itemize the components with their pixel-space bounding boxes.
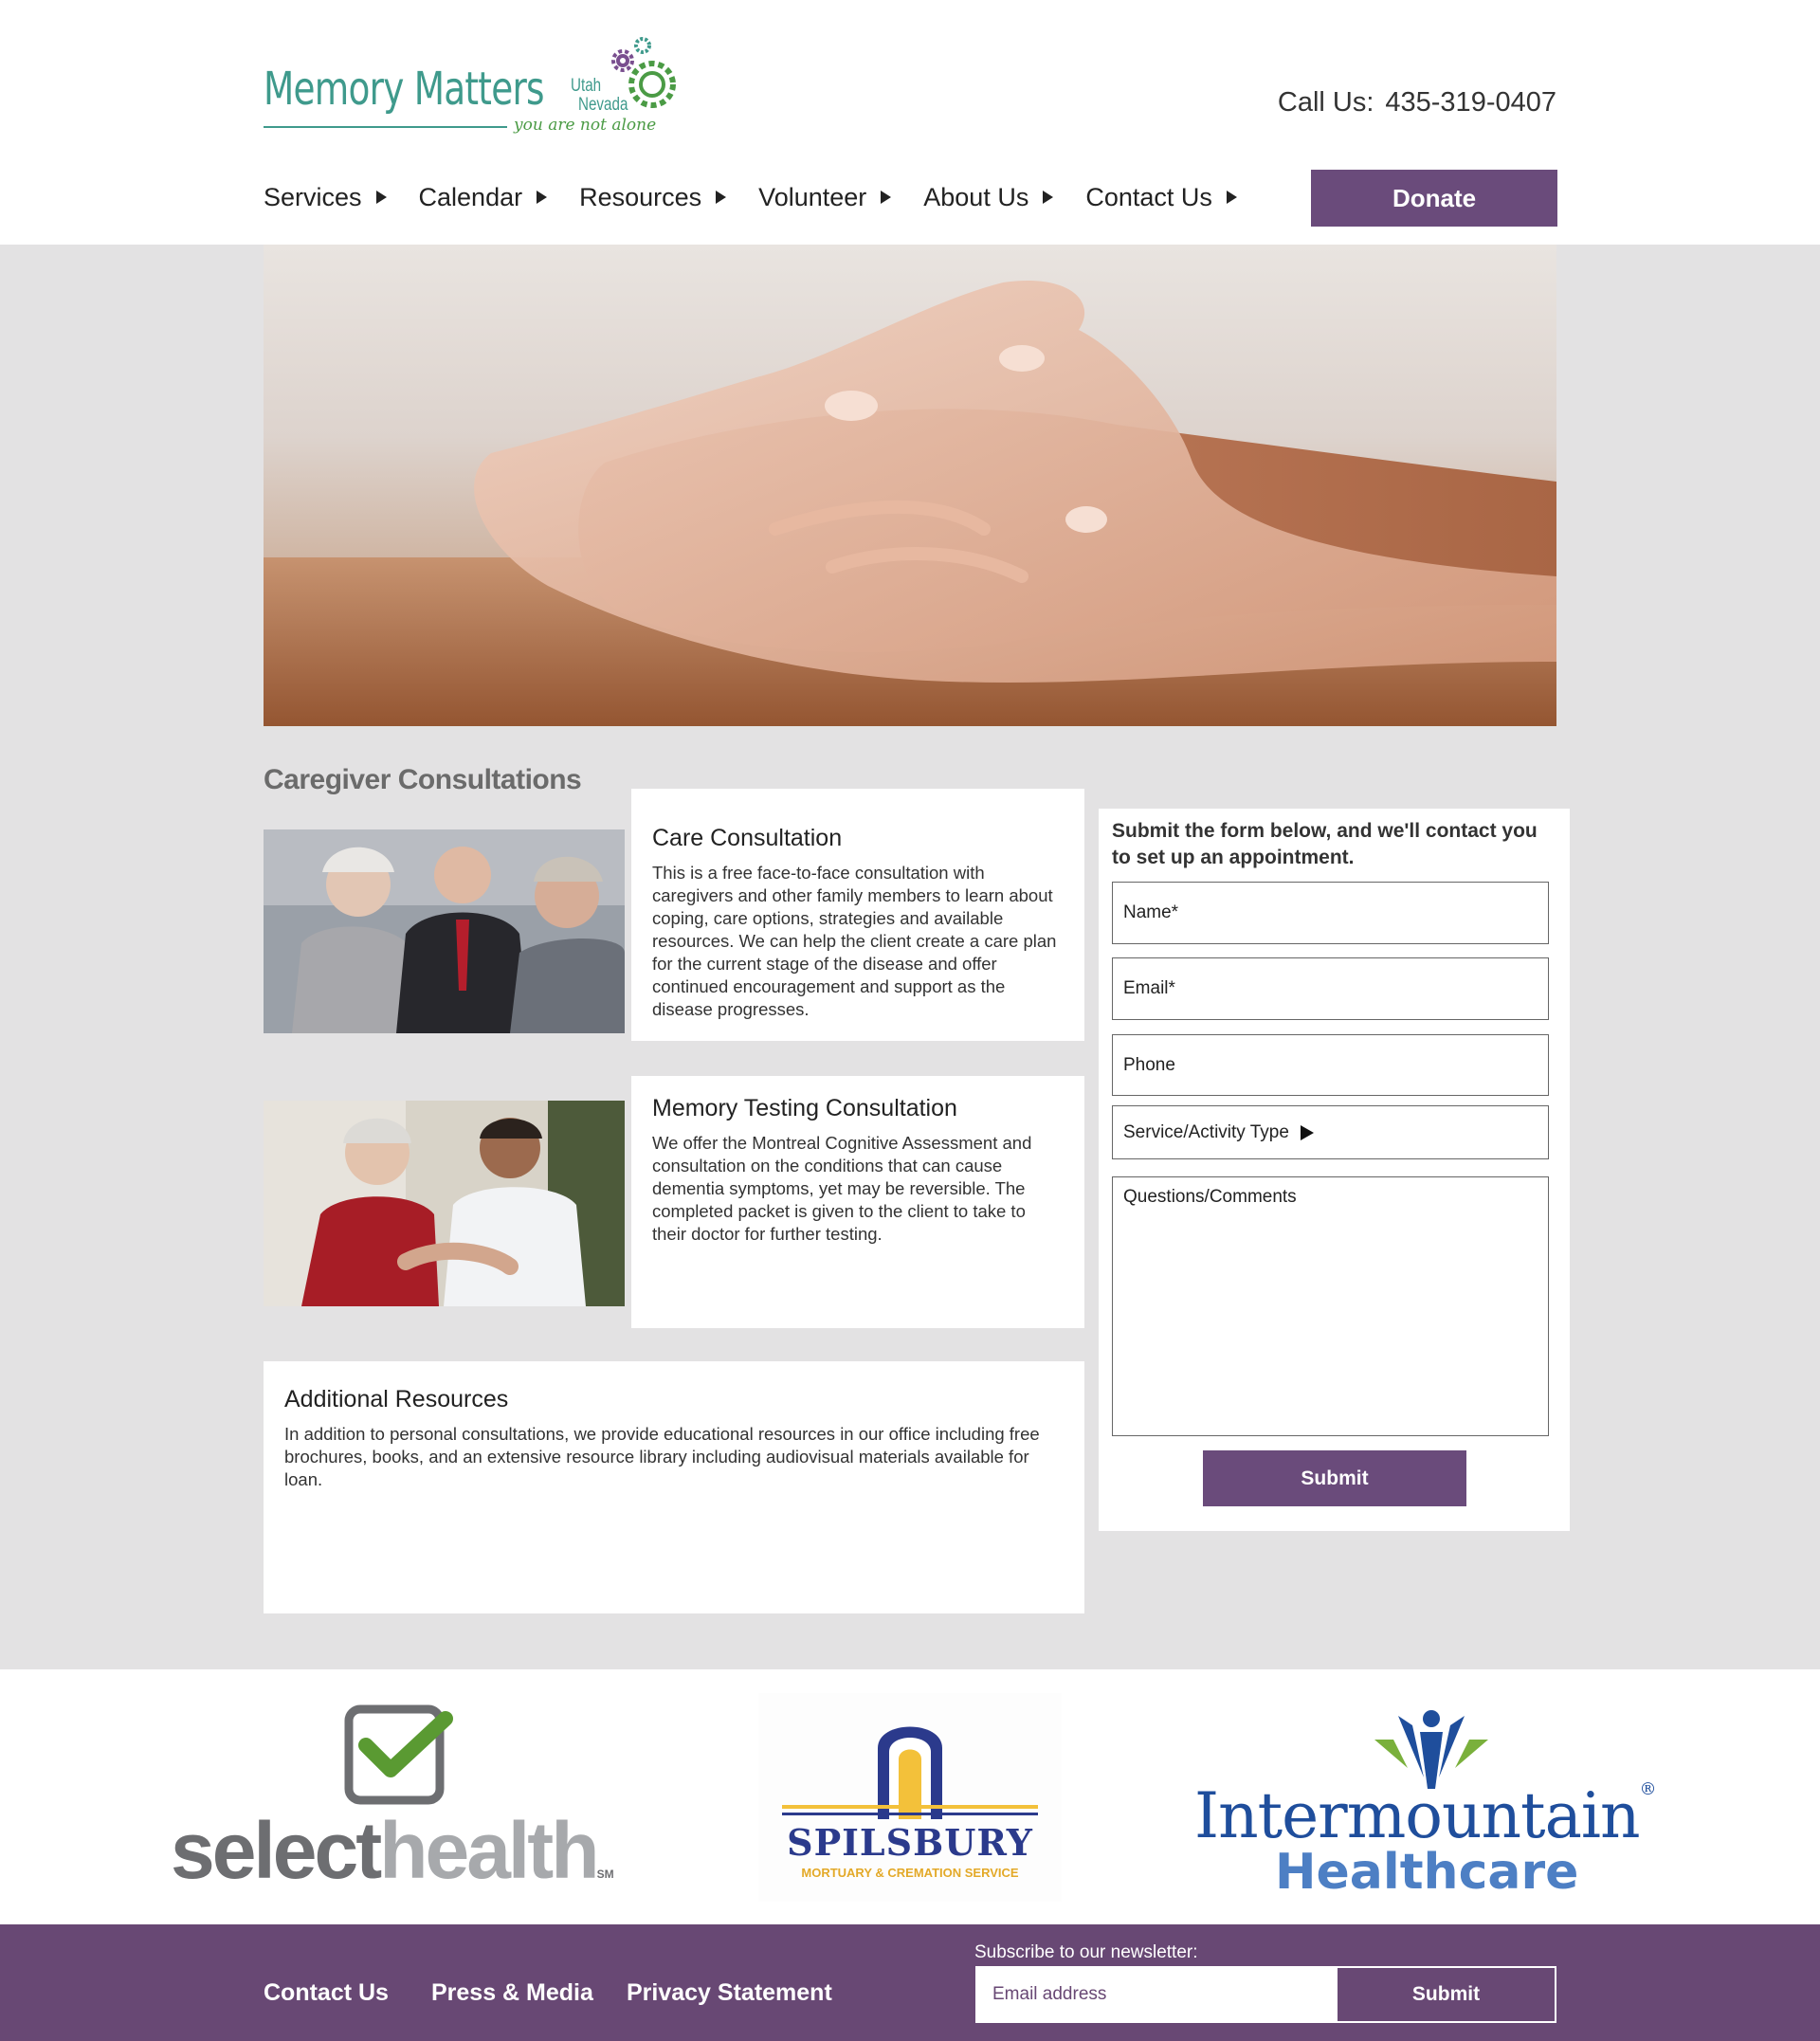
nav-item-services[interactable]: Services [264, 178, 387, 216]
nav-label: Services [264, 182, 362, 211]
form-submit-button[interactable]: Submit [1203, 1450, 1466, 1506]
health-text: health [379, 1806, 599, 1895]
card-body: This is a free face-to-face consultation… [652, 863, 1057, 1019]
registered-mark: ® [1639, 1779, 1657, 1799]
triangle-right-icon [1300, 1124, 1314, 1140]
intermountain-line2: Healthcare [1275, 1844, 1579, 1901]
phone-field-label: Phone [1123, 1054, 1175, 1075]
phone-field[interactable]: Phone [1112, 1034, 1549, 1096]
nav-item-contact-us[interactable]: Contact Us [1085, 178, 1237, 216]
triangle-right-icon [1043, 191, 1054, 204]
intermountain-word: Intermountain [1194, 1779, 1641, 1852]
name-field[interactable]: Name* [1112, 882, 1549, 944]
site-footer: Contact Us Press & Media Privacy Stateme… [0, 1924, 1820, 2041]
additional-resources-card: Additional Resources In addition to pers… [264, 1361, 1084, 1613]
care-consultation-card: Care Consultation This is a free face-to… [631, 789, 1084, 1041]
triangle-right-icon [716, 191, 727, 204]
card-body: In addition to personal consultations, w… [284, 1424, 1040, 1489]
logo-underline [264, 126, 507, 128]
phone-number[interactable]: 435-319-0407 [1385, 87, 1556, 118]
nav-label: Contact Us [1085, 182, 1212, 211]
service-type-select[interactable]: Service/Activity Type [1112, 1105, 1549, 1159]
care-consultation-illustration [264, 829, 625, 1033]
intermountain-line1: Intermountain® [1194, 1779, 1657, 1852]
footer-link-press-media[interactable]: Press & Media [431, 1979, 593, 2007]
nav-label: Calendar [418, 182, 523, 211]
nav-label: Volunteer [758, 182, 867, 211]
footer-link-privacy-statement[interactable]: Privacy Statement [627, 1979, 832, 2007]
intermountain-figure-icon [1374, 1710, 1488, 1789]
triangle-right-icon [1226, 191, 1237, 204]
name-field-label: Name* [1123, 902, 1179, 922]
newsletter-email-input[interactable] [977, 1968, 1338, 2021]
nav-item-resources[interactable]: Resources [579, 178, 727, 216]
card-title: Care Consultation [652, 825, 843, 851]
form-intro: Submit the form below, and we'll contact… [1112, 820, 1538, 868]
hands-illustration [264, 281, 1556, 726]
intermountain-logo[interactable]: Intermountain® Healthcare [1194, 1702, 1687, 1901]
newsletter-form: Submit [975, 1966, 1556, 2023]
memory-testing-illustration [264, 1101, 625, 1306]
newsletter-submit-button[interactable]: Submit [1338, 1968, 1555, 2021]
card-body: We offer the Montreal Cognitive Assessme… [652, 1133, 1032, 1244]
memory-testing-photo [264, 1101, 625, 1306]
card-title: Additional Resources [284, 1386, 509, 1412]
spilsbury-sub: MORTUARY & CREMATION SERVICE [801, 1866, 1019, 1880]
service-mark: SM [596, 1868, 614, 1881]
nav-item-calendar[interactable]: Calendar [419, 178, 548, 216]
triangle-right-icon [375, 191, 387, 204]
email-field-label: Email* [1123, 978, 1175, 998]
service-type-label: Service/Activity Type [1123, 1121, 1289, 1142]
triangle-right-icon [881, 191, 892, 204]
comments-textarea[interactable]: Questions/Comments [1112, 1176, 1549, 1436]
card-title: Memory Testing Consultation [652, 1095, 957, 1121]
memory-matters-logo[interactable]: Memory Matters Utah Nevada you are not a… [264, 34, 690, 138]
selecthealth-logo[interactable]: selecthealthSM [171, 1702, 645, 1896]
nav-item-about-us[interactable]: About Us [923, 178, 1054, 216]
spilsbury-name: SPILSBURY [787, 1821, 1033, 1864]
care-consultation-photo [264, 829, 625, 1033]
call-us-label: Call Us: [1277, 87, 1374, 118]
memory-testing-card: Memory Testing Consultation We offer the… [631, 1076, 1084, 1328]
nav-label: About Us [923, 182, 1029, 211]
navy-rule [782, 1813, 1038, 1815]
donate-button[interactable]: Donate [1311, 170, 1557, 227]
footer-link-contact-us[interactable]: Contact Us [264, 1979, 389, 2007]
arch-door-icon [878, 1726, 942, 1819]
logo-wordmark: Memory Matters [264, 63, 545, 116]
email-field[interactable]: Email* [1112, 957, 1549, 1020]
sponsor-logos: selecthealthSM SPILSBURY MORTUARY & CREM… [0, 1669, 1820, 1924]
appointment-form: Submit the form below, and we'll contact… [1099, 809, 1570, 1531]
newsletter-label: Subscribe to our newsletter: [974, 1942, 1198, 1962]
spilsbury-logo[interactable]: SPILSBURY MORTUARY & CREMATION SERVICE [758, 1693, 1062, 1902]
hero-image-holding-hands [264, 245, 1556, 726]
comments-label: Questions/Comments [1123, 1187, 1297, 1207]
select-text: select [171, 1806, 382, 1895]
section-title: Caregiver Consultations [264, 764, 582, 795]
main-nav: Services Calendar Resources Volunteer Ab… [264, 178, 1269, 216]
call-us: Call Us: 435-319-0407 [1278, 87, 1556, 118]
nav-label: Resources [579, 182, 702, 211]
nav-item-volunteer[interactable]: Volunteer [758, 178, 892, 216]
gold-rule [782, 1805, 1038, 1809]
site-header: Memory Matters Utah Nevada you are not a… [0, 0, 1820, 245]
checkbox-check-icon [344, 1704, 453, 1805]
triangle-right-icon [537, 191, 548, 204]
selecthealth-wordmark: selecthealthSM [171, 1808, 614, 1917]
gears-icon [611, 37, 676, 108]
